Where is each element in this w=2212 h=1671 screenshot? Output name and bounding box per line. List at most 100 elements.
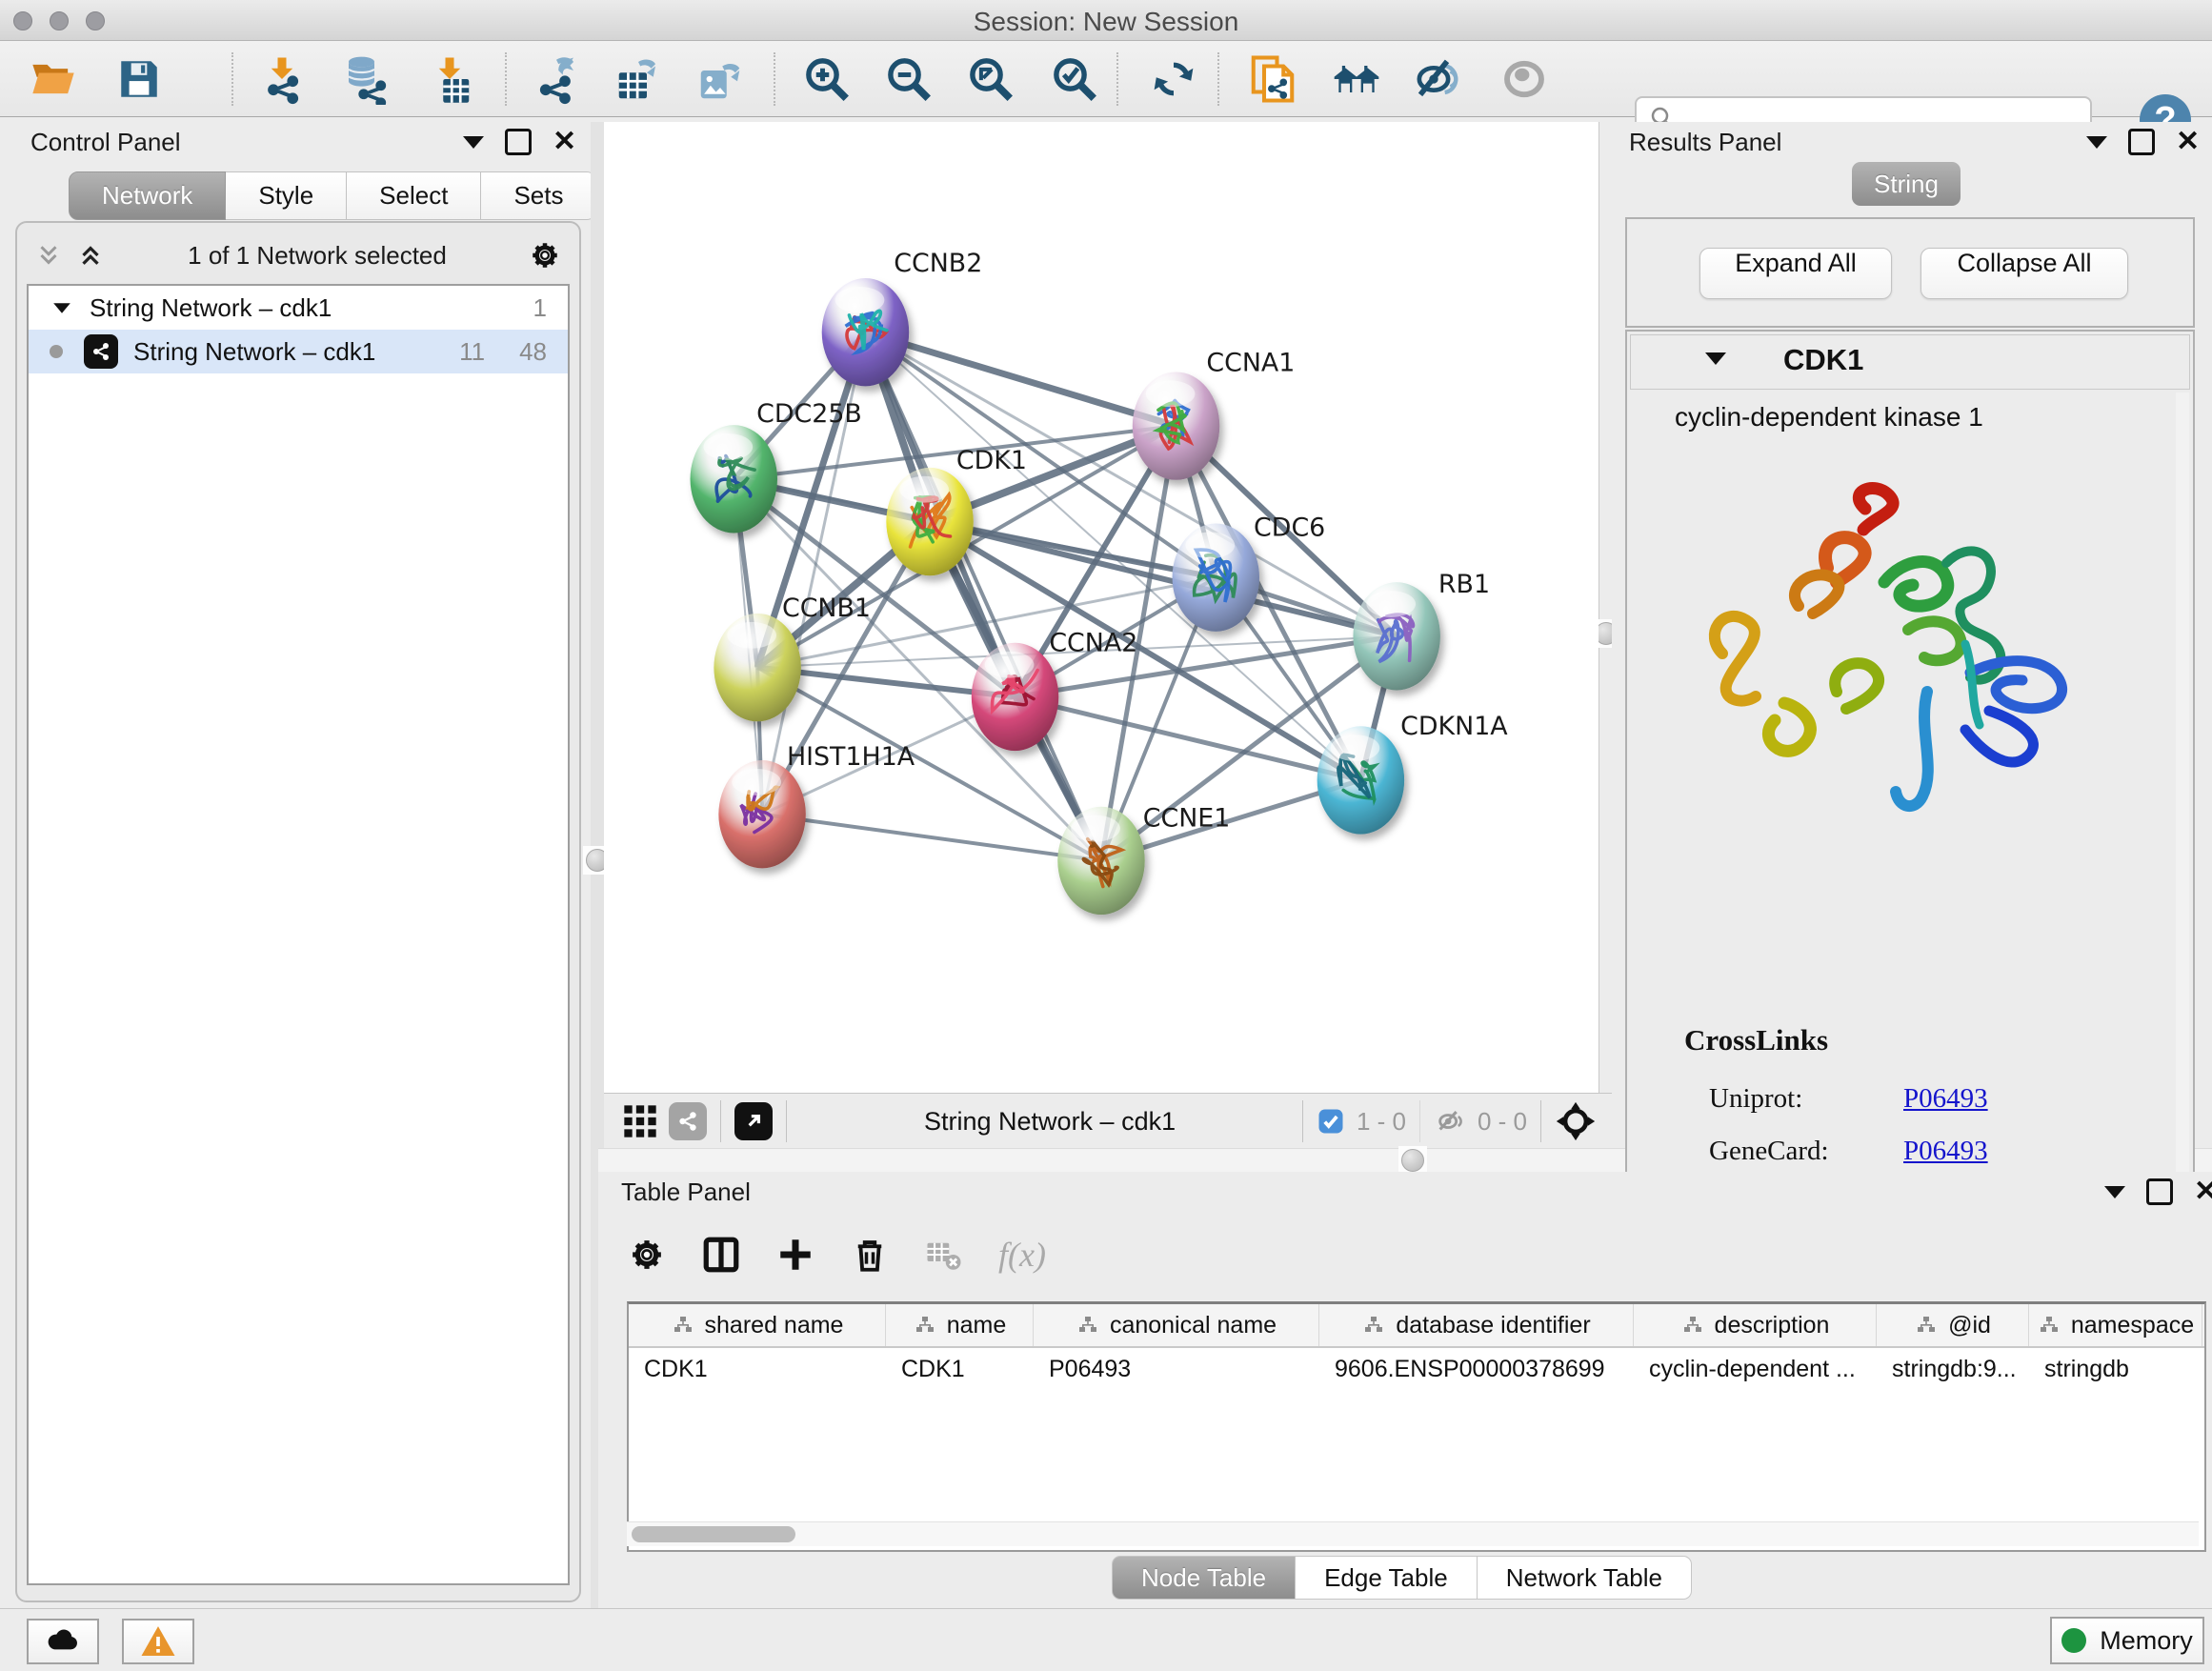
table-cell[interactable]: stringdb:9...: [1877, 1348, 2029, 1390]
column-tree-icon: [1914, 1314, 1939, 1337]
table-options-gear-icon[interactable]: [627, 1235, 667, 1275]
refresh-icon[interactable]: [1147, 54, 1200, 104]
panel-menu-icon[interactable]: [2086, 136, 2107, 149]
network-canvas[interactable]: CCNB2CCNA1CDC25BCDK1CDC6RB1CCNB1CCNA2CDK…: [604, 122, 1599, 1093]
birds-eye-view-icon[interactable]: [1555, 1100, 1597, 1142]
network-edge[interactable]: [762, 815, 1101, 861]
table-cell[interactable]: 9606.ENSP00000378699: [1319, 1348, 1634, 1390]
application-window: Session: New Session: [0, 0, 2212, 1671]
gene-description: cyclin-dependent kinase 1: [1675, 402, 1983, 433]
column-header-description[interactable]: description: [1634, 1304, 1877, 1346]
network-options-gear-icon[interactable]: [528, 238, 562, 272]
import-network-icon[interactable]: [255, 54, 309, 104]
tab-node-table[interactable]: Node Table: [1112, 1556, 1296, 1600]
import-network-database-icon[interactable]: [339, 54, 392, 104]
crosslink-label: GeneCard:: [1709, 1136, 1903, 1167]
column-header-databaseidentifier[interactable]: database identifier: [1319, 1304, 1634, 1346]
network-node-ccne1[interactable]: CCNE1: [1057, 804, 1230, 915]
panel-float-icon[interactable]: [2128, 129, 2155, 155]
add-column-icon[interactable]: [775, 1235, 815, 1275]
column-header-namespace[interactable]: namespace: [2029, 1304, 2202, 1346]
panel-menu-icon[interactable]: [463, 136, 484, 149]
table-cell[interactable]: P06493: [1034, 1348, 1319, 1390]
string-network-graph[interactable]: CCNB2CCNA1CDC25BCDK1CDC6RB1CCNB1CCNA2CDK…: [604, 122, 1599, 1093]
horizontal-splitter-handle[interactable]: [1398, 1146, 1427, 1175]
network-node-rb1[interactable]: RB1: [1353, 570, 1490, 690]
column-header-name[interactable]: name: [886, 1304, 1034, 1346]
export-table-icon[interactable]: [612, 54, 665, 104]
tab-edge-table[interactable]: Edge Table: [1296, 1556, 1478, 1600]
first-neighbors-icon[interactable]: [1330, 54, 1383, 104]
expand-all-button[interactable]: Expand All: [1699, 248, 1892, 299]
network-row-selected[interactable]: String Network – cdk1 11 48: [29, 330, 568, 373]
panel-close-icon[interactable]: ✕: [553, 128, 576, 156]
network-edge[interactable]: [865, 332, 1176, 426]
table-cell[interactable]: cyclin-dependent ...: [1634, 1348, 1877, 1390]
collection-expand-icon[interactable]: [53, 303, 70, 312]
selected-checkbox-icon[interactable]: [1317, 1107, 1345, 1136]
table-hscrollbar-thumb[interactable]: [632, 1526, 795, 1542]
grid-view-icon[interactable]: [621, 1102, 659, 1140]
panel-float-icon[interactable]: [505, 129, 532, 155]
memory-button[interactable]: Memory: [2050, 1617, 2204, 1664]
tab-string[interactable]: String: [1852, 162, 1961, 206]
collapse-all-button[interactable]: Collapse All: [1920, 248, 2128, 299]
titlebar: Session: New Session: [0, 0, 2212, 41]
right-splitter[interactable]: [1599, 122, 1613, 1148]
network-node-hist1h1a[interactable]: HIST1H1A: [718, 742, 915, 868]
node-label: HIST1H1A: [787, 742, 915, 772]
expand-up-icon[interactable]: [74, 241, 107, 270]
panel-menu-icon[interactable]: [2104, 1186, 2125, 1198]
tab-select[interactable]: Select: [347, 171, 481, 220]
network-node-ccnb1[interactable]: CCNB1: [714, 594, 871, 721]
edge-count: 48: [519, 337, 547, 367]
show-all-icon[interactable]: [1498, 54, 1551, 104]
panel-close-icon[interactable]: ✕: [2176, 128, 2200, 156]
crosslink-link[interactable]: P06493: [1903, 1083, 1988, 1115]
gene-header-row[interactable]: CDK1: [1630, 334, 2190, 390]
column-header-sharedname[interactable]: shared name: [629, 1304, 886, 1346]
tab-network[interactable]: Network: [69, 171, 226, 220]
collapse-all-icon[interactable]: [32, 241, 65, 270]
network-type-icon[interactable]: [669, 1102, 707, 1140]
node-label: CDC6: [1254, 513, 1325, 542]
table-cell[interactable]: CDK1: [886, 1348, 1034, 1390]
column-header-canonicalname[interactable]: canonical name: [1034, 1304, 1319, 1346]
delete-column-icon[interactable]: [850, 1235, 890, 1275]
column-tree-icon: [1680, 1314, 1705, 1337]
tab-network-table[interactable]: Network Table: [1478, 1556, 1692, 1600]
tab-style[interactable]: Style: [226, 171, 347, 220]
open-session-icon[interactable]: [27, 54, 80, 104]
table-row[interactable]: CDK1CDK1P064939606.ENSP00000378699cyclin…: [629, 1348, 2204, 1390]
open-in-window-icon[interactable]: [734, 1102, 773, 1140]
zoom-out-icon[interactable]: [882, 54, 935, 104]
zoom-selected-icon[interactable]: [1048, 54, 1101, 104]
network-collection-row[interactable]: String Network – cdk1 1: [29, 286, 568, 330]
export-image-icon[interactable]: [694, 54, 747, 104]
table-toolbar: f(x): [627, 1221, 1046, 1288]
panel-float-icon[interactable]: [2146, 1178, 2173, 1205]
table-hscrollbar[interactable]: [627, 1521, 2199, 1546]
hide-selected-icon[interactable]: [1414, 54, 1467, 104]
zoom-fit-icon[interactable]: [964, 54, 1017, 104]
column-header-id[interactable]: @id: [1877, 1304, 2029, 1346]
hidden-eye-icon[interactable]: [1434, 1105, 1468, 1137]
crosslink-link[interactable]: P06493: [1903, 1136, 1988, 1167]
table-cell[interactable]: stringdb: [2029, 1348, 2202, 1390]
panel-close-icon[interactable]: ✕: [2194, 1178, 2212, 1206]
tab-sets[interactable]: Sets: [481, 171, 596, 220]
results-scrollbar[interactable]: [2176, 393, 2189, 1231]
column-header-label: database identifier: [1396, 1312, 1590, 1339]
zoom-in-icon[interactable]: [800, 54, 854, 104]
network-node-cdkn1a[interactable]: CDKN1A: [1317, 712, 1509, 834]
network-edge[interactable]: [865, 332, 1101, 861]
warnings-button[interactable]: [122, 1619, 194, 1664]
copy-style-icon[interactable]: [1246, 54, 1299, 104]
show-columns-icon[interactable]: [701, 1235, 741, 1275]
cloud-status-button[interactable]: [27, 1619, 99, 1664]
import-table-icon[interactable]: [423, 54, 476, 104]
export-network-icon[interactable]: [530, 54, 583, 104]
gene-collapse-icon[interactable]: [1705, 352, 1726, 365]
save-session-icon[interactable]: [112, 54, 166, 104]
table-cell[interactable]: CDK1: [629, 1348, 886, 1390]
